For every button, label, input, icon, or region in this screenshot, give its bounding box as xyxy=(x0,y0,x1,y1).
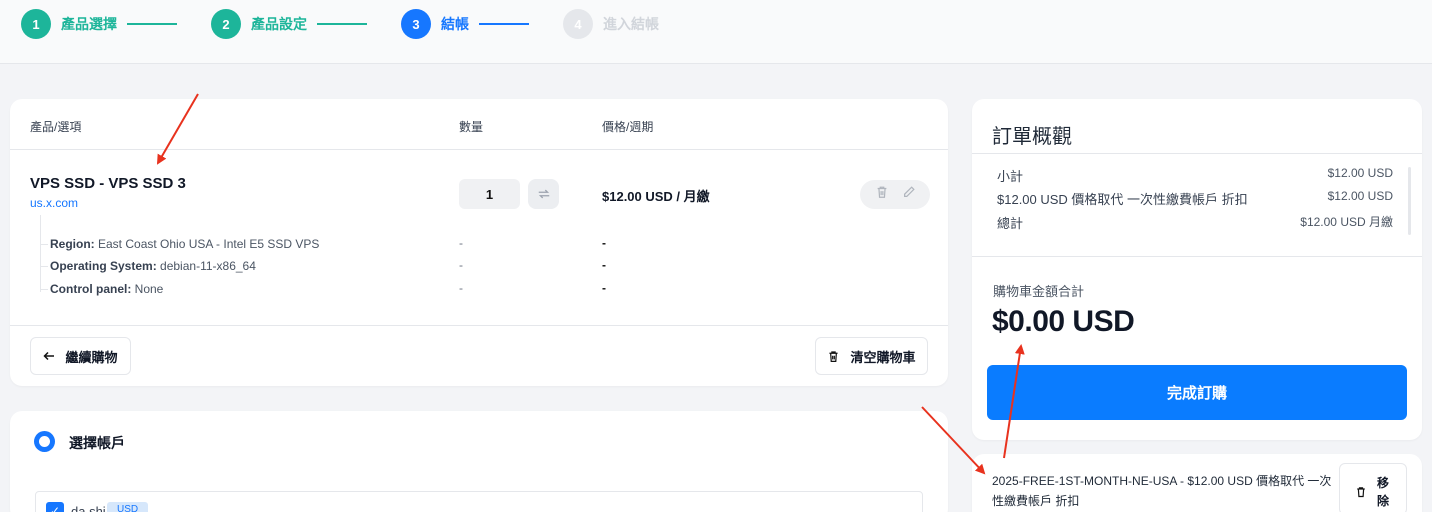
step-checkout[interactable]: 3 結帳 xyxy=(401,8,529,40)
summary-value: $12.00 USD 月繳 xyxy=(1300,215,1393,229)
divider xyxy=(10,149,948,150)
checkbox-checked-icon[interactable]: ✓ xyxy=(46,502,64,512)
tree-tick xyxy=(40,266,48,267)
summary-title: 訂單概觀 xyxy=(992,126,1072,148)
option-key: Control panel: xyxy=(50,282,132,296)
account-section-title: 選擇帳戶 xyxy=(69,435,125,451)
complete-order-button[interactable]: 完成訂購 xyxy=(987,365,1407,420)
option-qty: - xyxy=(459,258,463,272)
summary-row-subtotal: 小計 $12.00 USD xyxy=(997,166,1393,185)
refresh-icon xyxy=(538,189,549,199)
clear-cart-button[interactable]: 清空購物車 xyxy=(815,337,928,375)
option-qty: - xyxy=(459,236,463,250)
step-number: 3 xyxy=(401,9,431,39)
tree-tick xyxy=(40,289,48,290)
summary-scrollbar[interactable] xyxy=(1408,167,1411,235)
option-price: - xyxy=(602,236,606,250)
step-label: 結帳 xyxy=(441,16,469,32)
option-panel: Control panel: None xyxy=(50,282,163,296)
summary-label: 小計 xyxy=(997,169,1024,184)
option-key: Region: xyxy=(50,237,95,251)
currency-badge: USD xyxy=(107,502,149,512)
cart-total-amount: $0.00 USD xyxy=(992,305,1135,338)
step-product-config[interactable]: 2 產品設定 xyxy=(211,8,367,40)
product-name: VPS SSD - VPS SSD 3 xyxy=(30,175,186,192)
divider xyxy=(10,325,948,326)
step-label: 進入結帳 xyxy=(603,16,659,32)
trash-icon[interactable] xyxy=(875,185,889,204)
option-os: Operating System: debian-11-x86_64 xyxy=(50,259,256,273)
divider xyxy=(972,153,1422,154)
step-enter-checkout: 4 進入結帳 xyxy=(563,8,659,40)
option-price: - xyxy=(602,281,606,295)
trash-icon xyxy=(1357,487,1365,498)
continue-shopping-label: 繼續購物 xyxy=(65,349,118,365)
option-value: East Coast Ohio USA - Intel E5 SSD VPS xyxy=(94,237,320,251)
account-option-box[interactable] xyxy=(35,491,923,512)
summary-row-total: 總計 $12.00 USD 月繳 xyxy=(997,213,1393,232)
summary-label: $12.00 USD 價格取代 一次性繳費帳戶 折扣 xyxy=(997,192,1248,207)
arrow-left-icon xyxy=(43,351,55,361)
step-number: 4 xyxy=(563,9,593,39)
checkout-stepper: 1 產品選擇 2 產品設定 3 結帳 4 進入結帳 xyxy=(0,0,1432,64)
option-region: Region: East Coast Ohio USA - Intel E5 S… xyxy=(50,237,319,251)
update-quantity-button[interactable] xyxy=(528,179,559,209)
tree-tick xyxy=(40,244,48,245)
header-qty: 數量 xyxy=(459,120,484,134)
header-product: 產品/選項 xyxy=(30,120,82,134)
summary-value: $12.00 USD xyxy=(1327,189,1393,203)
promo-code-text: 2025-FREE-1ST-MONTH-NE-USA - $12.00 USD … xyxy=(992,474,1332,508)
remove-promo-button[interactable]: 移除 xyxy=(1339,463,1407,512)
product-price: $12.00 USD / 月繳 xyxy=(602,189,710,204)
clear-cart-label: 清空購物車 xyxy=(850,349,916,365)
account-name: da.shi xyxy=(71,504,106,512)
step-connector xyxy=(317,23,367,25)
step-product-selection[interactable]: 1 產品選擇 xyxy=(21,8,177,40)
divider xyxy=(972,256,1422,257)
header-price: 價格/週期 xyxy=(602,120,654,134)
item-actions xyxy=(860,180,930,209)
step-connector xyxy=(127,23,177,25)
options-tree-line xyxy=(40,215,41,292)
step-label: 產品選擇 xyxy=(61,16,117,32)
summary-row-discount: $12.00 USD 價格取代 一次性繳費帳戶 折扣 $12.00 USD xyxy=(997,189,1393,208)
edit-icon[interactable] xyxy=(902,185,916,204)
summary-label: 總計 xyxy=(997,216,1024,231)
continue-shopping-button[interactable]: 繼續購物 xyxy=(30,337,131,375)
option-qty: - xyxy=(459,281,463,295)
step-number: 2 xyxy=(211,9,241,39)
summary-value: $12.00 USD xyxy=(1327,166,1393,180)
product-domain[interactable]: us.x.com xyxy=(30,196,78,210)
step-connector xyxy=(479,23,529,25)
trash-icon xyxy=(829,350,839,362)
option-price: - xyxy=(602,258,606,272)
option-value: None xyxy=(131,282,164,296)
step-label: 產品設定 xyxy=(251,16,307,32)
account-radio[interactable] xyxy=(34,431,55,452)
option-key: Operating System: xyxy=(50,259,157,273)
step-number: 1 xyxy=(21,9,51,39)
option-value: debian-11-x86_64 xyxy=(156,259,256,273)
quantity-input[interactable]: 1 xyxy=(459,179,520,209)
cart-total-label: 購物車金額合計 xyxy=(993,284,1085,299)
remove-promo-label: 移除 xyxy=(1377,476,1390,508)
